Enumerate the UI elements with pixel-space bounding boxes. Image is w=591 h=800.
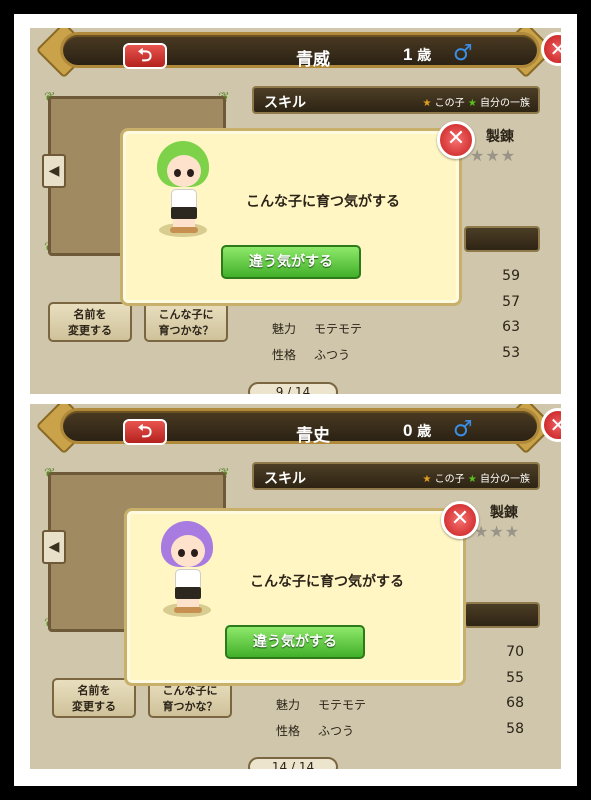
legend-this-child: この子 xyxy=(434,474,465,485)
stat-label: 魅力 xyxy=(276,698,301,712)
character-screen-1: ⮌ 青威 1 歳 ♂ ✕ ❦ ❦ ❦ ◀ 名前を 変更する こんな子に 育つかな… xyxy=(30,28,561,394)
different-feeling-button[interactable]: 違う気がする xyxy=(221,245,361,279)
page-indicator: 9 / 14 xyxy=(248,382,338,394)
avatar-face xyxy=(167,155,201,187)
prev-arrow-icon[interactable]: ◀ xyxy=(42,530,66,564)
skill-craft: 製錬 xyxy=(490,505,518,521)
skill-craft: 製錬 xyxy=(486,129,514,145)
rename-button[interactable]: 名前を 変更する xyxy=(48,302,132,342)
grow-preview-label: こんな子に 育つかな？ xyxy=(162,684,218,713)
skill-rating-stars: ★★★ xyxy=(474,522,521,541)
different-feeling-button[interactable]: 違う気がする xyxy=(225,625,365,659)
skill-bar: スキル ★ この子 ★ 自分の一族 xyxy=(252,462,540,490)
screen-close-icon[interactable]: ✕ xyxy=(541,32,561,66)
close-icon[interactable]: ✕ xyxy=(441,501,479,539)
close-icon[interactable]: ✕ xyxy=(437,121,475,159)
male-gender-icon: ♂ xyxy=(453,41,473,66)
avatar-eye xyxy=(178,549,185,557)
star-icon: ★ xyxy=(422,474,432,485)
legend-own-clan: 自分の一族 xyxy=(480,474,530,485)
rename-label: 名前を 変更する xyxy=(72,684,116,713)
character-screen-2: ⮌ 青史 0 歳 ♂ ✕ ❦ ❦ ❦ ◀ 名前を 変更する こんな子に 育つかな… xyxy=(30,404,561,769)
stat-label: 性格 xyxy=(276,724,301,738)
skill-legend: ★ この子 ★ 自分の一族 xyxy=(423,470,531,485)
skill-rating-stars: ★★★ xyxy=(470,146,517,165)
stat-value: 59 xyxy=(502,268,520,284)
screen-close-icon[interactable]: ✕ xyxy=(541,408,561,442)
rename-label: 名前を 変更する xyxy=(68,308,112,337)
age-value: 1 xyxy=(403,45,413,64)
stat-text: ふつう xyxy=(318,724,355,738)
growth-dialog: こんな子に育つ気がする 違う気がする ✕ xyxy=(124,501,479,686)
stat-value: 55 xyxy=(506,670,524,686)
section-bar xyxy=(464,602,540,628)
skill-legend: ★ この子 ★ 自分の一族 xyxy=(423,94,531,109)
avatar-eye xyxy=(187,169,194,177)
dialog-message: こんな子に育つ気がする xyxy=(246,194,400,210)
male-gender-icon: ♂ xyxy=(453,417,473,442)
header-bar: ⮌ 青威 1 歳 ♂ xyxy=(60,32,540,69)
character-name: 青史 xyxy=(296,426,330,445)
page-indicator: 14 / 14 xyxy=(248,757,338,769)
avatar-face xyxy=(171,535,205,567)
avatar-shorts xyxy=(175,587,201,599)
green-star-icon: ★ xyxy=(467,98,477,109)
stat-text: モテモテ xyxy=(314,322,363,336)
skill-title: スキル xyxy=(264,95,306,111)
growth-dialog: こんな子に育つ気がする 違う気がする ✕ xyxy=(120,121,475,306)
age-unit: 歳 xyxy=(417,423,432,439)
stat-value: 53 xyxy=(502,345,520,361)
prev-arrow-icon[interactable]: ◀ xyxy=(42,154,66,188)
header-bar: ⮌ 青史 0 歳 ♂ xyxy=(60,408,540,445)
child-avatar xyxy=(153,139,213,239)
stat-value: 70 xyxy=(506,644,524,660)
green-star-icon: ★ xyxy=(467,474,477,485)
stat-label: 魅力 xyxy=(272,322,297,336)
age-unit: 歳 xyxy=(417,47,432,63)
rename-button[interactable]: 名前を 変更する xyxy=(52,678,136,718)
skill-bar: スキル ★ この子 ★ 自分の一族 xyxy=(252,86,540,114)
legend-own-clan: 自分の一族 xyxy=(480,98,530,109)
stat-text: モテモテ xyxy=(318,698,367,712)
age-display: 1 歳 xyxy=(403,45,431,65)
avatar-shorts xyxy=(171,207,197,219)
child-avatar xyxy=(157,519,217,619)
star-icon: ★ xyxy=(422,98,432,109)
avatar-eye xyxy=(174,169,181,177)
skill-title: スキル xyxy=(264,471,306,487)
avatar-shoes xyxy=(174,607,202,613)
avatar-shoes xyxy=(170,227,198,233)
stat-value: 68 xyxy=(506,695,524,711)
character-name: 青威 xyxy=(296,50,330,69)
age-value: 0 xyxy=(403,421,413,440)
back-button[interactable]: ⮌ xyxy=(123,43,167,69)
stat-value: 58 xyxy=(506,721,524,737)
stat-label: 性格 xyxy=(272,348,297,362)
avatar-eye xyxy=(191,549,198,557)
grow-preview-button[interactable]: こんな子に 育つかな？ xyxy=(144,302,228,342)
legend-this-child: この子 xyxy=(434,98,465,109)
dialog-message: こんな子に育つ気がする xyxy=(250,574,404,590)
stat-value: 57 xyxy=(502,294,520,310)
stat-value: 63 xyxy=(502,319,520,335)
back-button[interactable]: ⮌ xyxy=(123,419,167,445)
age-display: 0 歳 xyxy=(403,421,431,441)
section-bar xyxy=(464,226,540,252)
grow-preview-label: こんな子に 育つかな？ xyxy=(158,308,214,337)
stat-text: ふつう xyxy=(314,348,351,362)
